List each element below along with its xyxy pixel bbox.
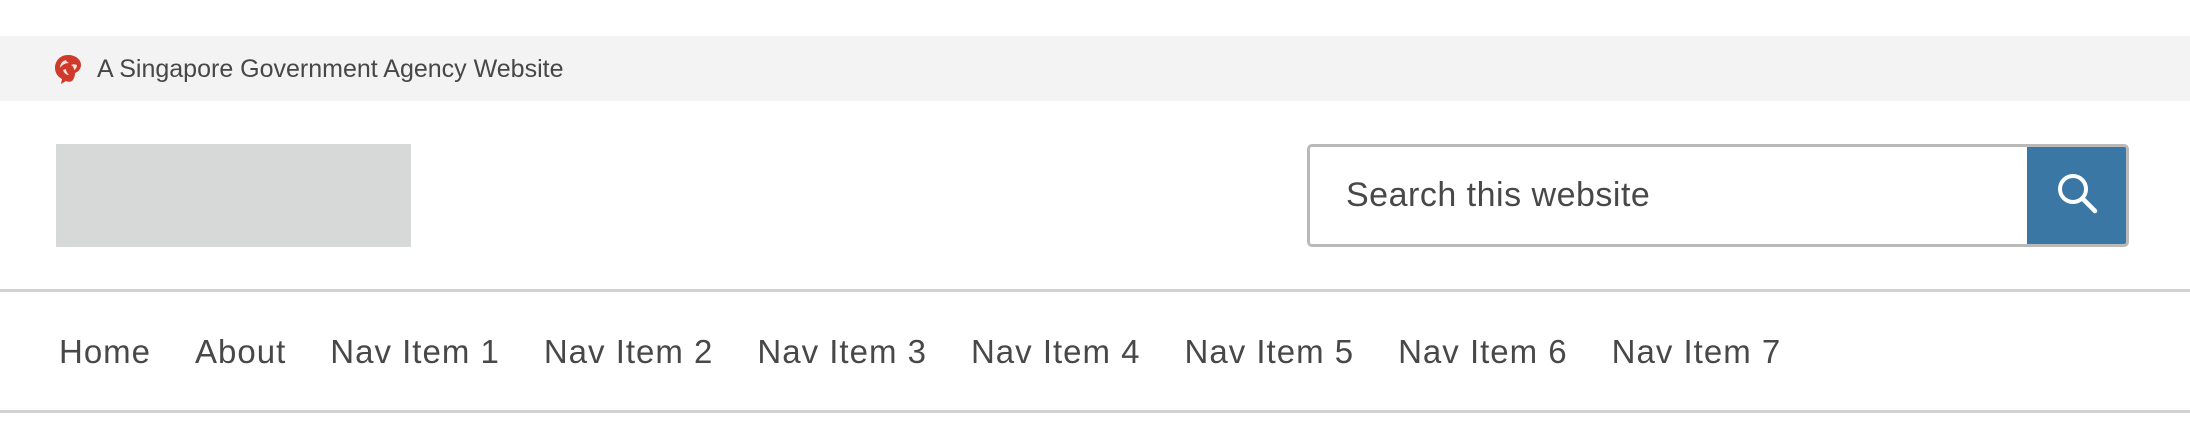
main-navigation: Home About Nav Item 1 Nav Item 2 Nav Ite…	[59, 328, 1825, 376]
nav-item-2[interactable]: Nav Item 2	[544, 333, 714, 371]
nav-item-1[interactable]: Nav Item 1	[330, 333, 500, 371]
nav-item-4[interactable]: Nav Item 4	[971, 333, 1141, 371]
search-field[interactable]	[1307, 144, 2027, 247]
search-input[interactable]	[1310, 147, 2027, 244]
nav-bottom-divider	[0, 410, 2190, 413]
singapore-lion-head-icon	[54, 54, 84, 85]
search-icon	[2055, 171, 2099, 220]
nav-item-about[interactable]: About	[195, 333, 286, 371]
site-logo[interactable]	[56, 144, 411, 247]
nav-item-7[interactable]: Nav Item 7	[1612, 333, 1782, 371]
nav-item-home[interactable]: Home	[59, 333, 151, 371]
nav-item-6[interactable]: Nav Item 6	[1398, 333, 1568, 371]
nav-item-3[interactable]: Nav Item 3	[757, 333, 927, 371]
nav-top-divider	[0, 289, 2190, 292]
page: A Singapore Government Agency Website Ho…	[0, 0, 2190, 446]
masthead-label: A Singapore Government Agency Website	[97, 55, 564, 83]
search-button[interactable]	[2027, 144, 2129, 247]
nav-item-5[interactable]: Nav Item 5	[1185, 333, 1355, 371]
government-masthead: A Singapore Government Agency Website	[0, 36, 2190, 101]
